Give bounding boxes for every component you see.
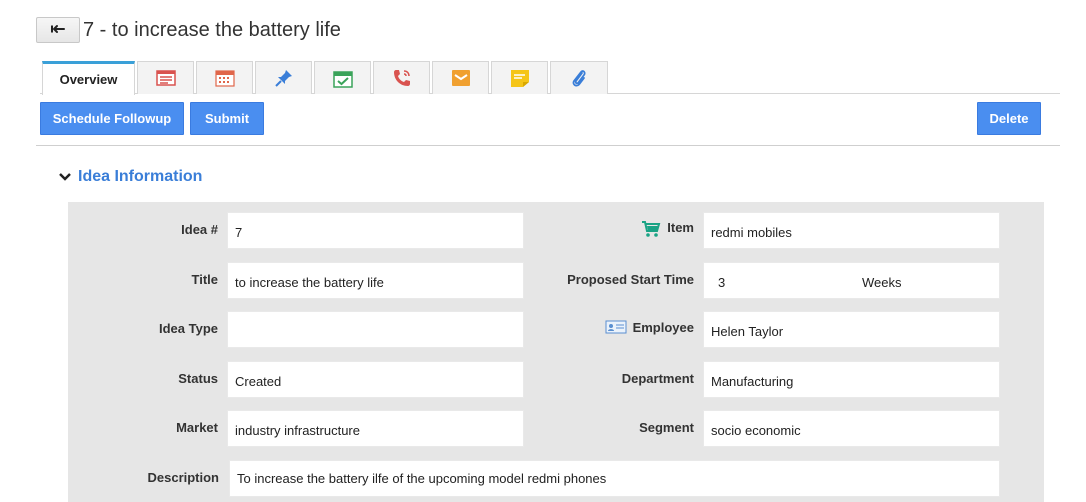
email-icon [451,70,470,86]
idea-number-label-text: Idea # [181,222,218,237]
back-arrow-icon [51,25,65,33]
item-label-text: Item [667,220,694,235]
tab-attachments[interactable] [550,61,608,94]
description-label: Description [68,461,219,498]
employee-field[interactable]: Helen Taylor [703,311,1000,348]
tab-bar: Overview [40,61,1060,95]
title-label-text: Title [191,272,219,287]
proposed-start-time-unit[interactable]: Weeks [862,275,902,290]
phone-call-icon [393,70,410,86]
task-check-icon [332,70,353,88]
delete-button[interactable]: Delete [977,102,1041,135]
department-field[interactable]: Manufacturing [703,361,1000,398]
chevron-down-icon [59,173,71,181]
submit-button[interactable]: Submit [190,102,264,135]
market-field[interactable]: industry infrastructure [227,410,524,447]
shopping-cart-icon [642,221,661,237]
tab-calls[interactable] [373,61,430,94]
tab-overview[interactable]: Overview [42,61,135,95]
page-title: 7 - to increase the battery life [83,19,341,41]
tab-notes[interactable] [137,61,194,94]
tab-calendar[interactable] [196,61,253,94]
pin-icon [274,70,292,87]
tab-overview-label: Overview [59,72,118,87]
market-label-text: Market [176,420,218,435]
back-button[interactable] [36,17,80,43]
divider [36,145,1060,146]
status-field[interactable]: Created [227,361,524,398]
attachment-icon [572,70,586,87]
idea-type-label-text: Idea Type [158,321,218,336]
item-label: Item [540,213,694,250]
department-label: Department [540,362,694,399]
tab-sticky-notes[interactable] [491,61,548,94]
tab-tasks[interactable] [314,61,371,94]
proposed-start-time-value[interactable]: 3 [718,275,725,290]
proposed-start-time-label-text: Proposed Start Time [567,272,694,287]
department-label-text: Department [621,371,694,386]
schedule-followup-button[interactable]: Schedule Followup [40,102,184,135]
calendar-icon [214,70,235,87]
description-field[interactable]: To increase the battery ilfe of the upco… [229,460,1000,497]
proposed-start-time-field: 3 Weeks [703,262,1000,299]
idea-number-field[interactable]: 7 [227,212,524,249]
status-label-text: Status [178,371,218,386]
employee-label-text: Employee [632,320,694,335]
tab-pins[interactable] [255,61,312,94]
tab-email[interactable] [432,61,489,94]
notes-list-icon [155,70,176,86]
status-label: Status [68,362,218,399]
contact-card-icon [605,320,627,334]
title-field[interactable]: to increase the battery life [227,262,524,299]
segment-label: Segment [540,411,694,448]
sticky-note-icon [510,69,529,87]
section-title: Idea Information [78,168,203,185]
idea-type-field[interactable] [227,311,524,348]
idea-number-label: Idea # [68,213,218,250]
segment-field[interactable]: socio economic [703,410,1000,447]
section-toggle[interactable]: Idea Information [58,168,202,186]
item-field[interactable]: redmi mobiles [703,212,1000,249]
employee-label: Employee [540,312,694,349]
segment-label-text: Segment [639,420,694,435]
title-label: Title [68,263,219,300]
market-label: Market [68,411,218,448]
description-label-text: Description [147,470,219,485]
proposed-start-time-label: Proposed Start Time [540,263,694,300]
idea-type-label: Idea Type [68,312,218,349]
